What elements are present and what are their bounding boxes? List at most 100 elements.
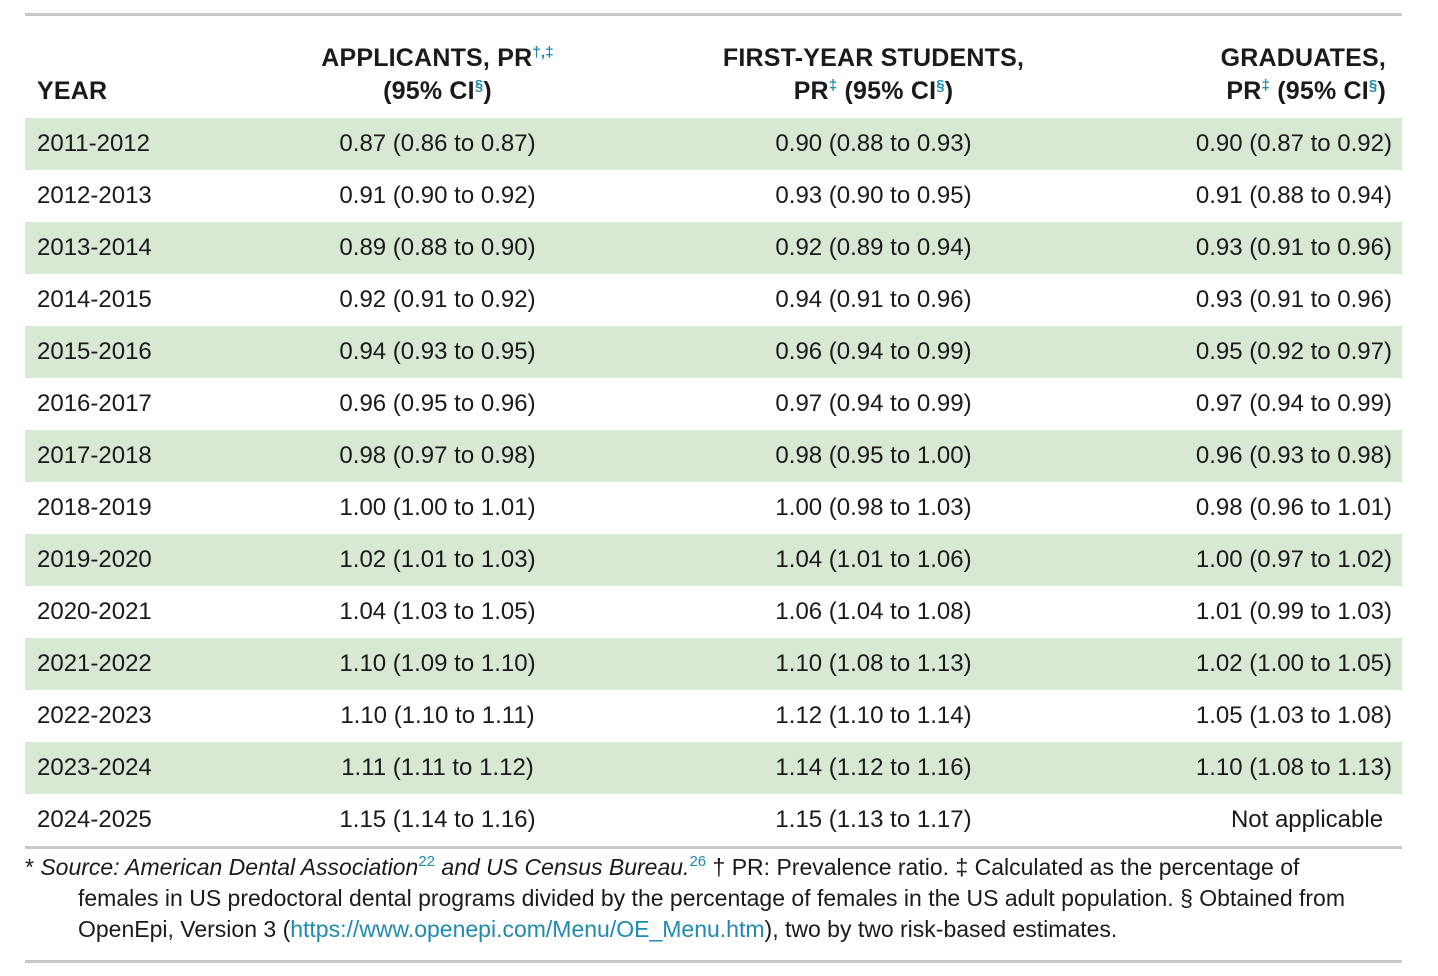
- table-row: 2023-2024 1.11 (1.11 to 1.12) 1.14 (1.12 t…: [25, 742, 1402, 794]
- table-row: 2013-2014 0.89 (0.88 to 0.90) 0.92 (0.89 t…: [25, 222, 1402, 274]
- cell-year: 2021-2022: [25, 638, 245, 690]
- cell-graduates: 0.90 (0.87 to 0.92): [1117, 118, 1402, 170]
- footnote-source-census: and US Census Bureau.: [435, 854, 690, 880]
- cell-first-year: 0.94 (0.91 to 0.96): [775, 286, 972, 313]
- header-applicants-footnote-marks: †,‡: [532, 44, 554, 61]
- header-first-year-pr: PR: [793, 77, 829, 105]
- cell-first-year: 0.98 (0.95 to 1.00): [630, 430, 1117, 482]
- cell-graduates: 1.10 (1.08 to 1.13): [1117, 742, 1402, 794]
- cell-applicants: 0.94 (0.93 to 0.95): [245, 326, 630, 378]
- header-year-label: YEAR: [37, 77, 108, 105]
- cell-year: 2019-2020: [25, 534, 245, 586]
- cell-applicants: 1.10 (1.09 to 1.10): [245, 638, 630, 690]
- table-row: 2019-2020 1.02 (1.01 to 1.03) 1.04 (1.01 t…: [25, 534, 1402, 586]
- data-table-container: YEAR APPLICANTS, PR†,‡ (95% CI§) FIRST-Y…: [25, 13, 1402, 849]
- cell-first-year: 0.97 (0.94 to 0.99): [775, 390, 972, 417]
- footnote-line-3: OpenEpi, Version 3 (https://www.openepi.…: [25, 914, 1405, 945]
- cell-applicants: 1.11 (1.11 to 1.12): [245, 742, 630, 794]
- header-first-year-close-paren: ): [944, 77, 954, 105]
- cell-applicants: 0.87 (0.86 to 0.87): [245, 118, 630, 170]
- header-first-year-ci: (95% CI: [837, 77, 937, 105]
- footnote-asterisk: *: [25, 854, 41, 880]
- footnote-bottom-rule: [25, 960, 1402, 963]
- cell-first-year: 1.00 (0.98 to 1.03): [775, 494, 972, 521]
- cell-graduates: 0.95 (0.92 to 0.97): [1117, 326, 1402, 378]
- cell-graduates: Not applicable: [1230, 806, 1384, 833]
- table-bottom-rule: [25, 846, 1402, 849]
- cell-applicants: 1.00 (1.00 to 1.01): [339, 494, 536, 521]
- header-applicants: APPLICANTS, PR†,‡ (95% CI§): [245, 16, 630, 118]
- header-applicants-line2: (95% CI: [383, 77, 475, 105]
- cell-applicants: 1.10 (1.10 to 1.11): [340, 702, 535, 729]
- cell-graduates: 1.02 (1.00 to 1.05): [1117, 638, 1402, 690]
- footnote-ref-22[interactable]: 22: [418, 853, 435, 870]
- cell-first-year: 0.93 (0.90 to 0.95): [775, 182, 972, 209]
- cell-year: 2017-2018: [25, 430, 245, 482]
- cell-first-year: 0.90 (0.88 to 0.93): [630, 118, 1117, 170]
- header-first-year-line1: FIRST-YEAR STUDENTS,: [722, 44, 1025, 72]
- table-header: YEAR APPLICANTS, PR†,‡ (95% CI§) FIRST-Y…: [25, 16, 1402, 118]
- cell-graduates: 0.93 (0.91 to 0.96): [1117, 222, 1402, 274]
- table-footnote: * Source: American Dental Association22 …: [25, 852, 1405, 945]
- header-first-year-section-mark: §: [936, 77, 945, 94]
- table-row: 2022-2023 1.10 (1.10 to 1.11) 1.12 (1.10 t…: [25, 690, 1402, 742]
- cell-first-year: 0.92 (0.89 to 0.94): [630, 222, 1117, 274]
- footnote-line-1: * Source: American Dental Association22 …: [25, 852, 1405, 883]
- cell-first-year: 1.06 (1.04 to 1.08): [775, 598, 972, 625]
- header-row: YEAR APPLICANTS, PR†,‡ (95% CI§) FIRST-Y…: [25, 16, 1402, 118]
- cell-graduates: 0.93 (0.91 to 0.96): [1195, 286, 1392, 313]
- cell-year: 2016-2017: [37, 390, 152, 417]
- cell-graduates: 0.98 (0.96 to 1.01): [1195, 494, 1392, 521]
- cell-first-year: 1.15 (1.13 to 1.17): [775, 806, 972, 833]
- header-applicants-line1: APPLICANTS, PR: [321, 44, 533, 72]
- cell-graduates: 0.97 (0.94 to 0.99): [1195, 390, 1392, 417]
- table-body: 2011-2012 0.87 (0.86 to 0.87) 0.90 (0.88 t…: [25, 118, 1402, 846]
- header-first-year: FIRST-YEAR STUDENTS, PR‡ (95% CI§): [630, 16, 1117, 118]
- cell-year: 2018-2019: [37, 494, 152, 521]
- table-row: 2016-2017 0.96 (0.95 to 0.96) 0.97 (0.94 t…: [25, 378, 1402, 430]
- footnote-line1-rest: † PR: Prevalence ratio. ‡ Calculated as …: [706, 854, 1300, 880]
- cell-year: 2012-2013: [37, 182, 152, 209]
- header-graduates-ci: (95% CI: [1270, 77, 1369, 105]
- cell-applicants: 0.89 (0.88 to 0.90): [245, 222, 630, 274]
- table-row: 2020-2021 1.04 (1.03 to 1.05) 1.06 (1.04 t…: [25, 586, 1402, 638]
- table-row: 2015-2016 0.94 (0.93 to 0.95) 0.96 (0.94 t…: [25, 326, 1402, 378]
- cell-first-year: 1.04 (1.01 to 1.06): [630, 534, 1117, 586]
- cell-first-year: 1.10 (1.08 to 1.13): [630, 638, 1117, 690]
- footnote-openepi-text: OpenEpi, Version 3 (: [78, 916, 291, 942]
- cell-graduates: 1.00 (0.97 to 1.02): [1117, 534, 1402, 586]
- cell-graduates: 1.01 (0.99 to 1.03): [1195, 598, 1392, 625]
- cell-year: 2020-2021: [37, 598, 152, 625]
- header-graduates-close-paren: ): [1377, 77, 1386, 105]
- header-applicants-close-paren: ): [483, 77, 492, 105]
- table-row: 2011-2012 0.87 (0.86 to 0.87) 0.90 (0.88 t…: [25, 118, 1402, 170]
- cell-graduates: 0.91 (0.88 to 0.94): [1195, 182, 1392, 209]
- footnote-line-2: females in US predoctoral dental program…: [78, 885, 1346, 911]
- cell-applicants: 0.92 (0.91 to 0.92): [339, 286, 536, 313]
- cell-applicants: 1.04 (1.03 to 1.05): [339, 598, 536, 625]
- table-row: 2018-2019 1.00 (1.00 to 1.01) 1.00 (0.98 t…: [25, 482, 1402, 534]
- footnote-source-ada: Source: American Dental Association: [40, 854, 419, 880]
- cell-applicants: 1.15 (1.14 to 1.16): [339, 806, 536, 833]
- table-row: 2014-2015 0.92 (0.91 to 0.92) 0.94 (0.91 t…: [25, 274, 1402, 326]
- table-row: 2017-2018 0.98 (0.97 to 0.98) 0.98 (0.95 t…: [25, 430, 1402, 482]
- footnote-line3-end: ), two by two risk-based estimates.: [764, 916, 1118, 942]
- cell-year: 2013-2014: [25, 222, 245, 274]
- cell-first-year: 1.12 (1.10 to 1.14): [775, 702, 972, 729]
- cell-first-year: 1.14 (1.12 to 1.16): [630, 742, 1117, 794]
- prevalence-ratio-table: YEAR APPLICANTS, PR†,‡ (95% CI§) FIRST-Y…: [25, 16, 1402, 846]
- header-graduates-line1: GRADUATES,: [1220, 44, 1386, 72]
- cell-year: 2015-2016: [25, 326, 245, 378]
- cell-applicants: 0.98 (0.97 to 0.98): [245, 430, 630, 482]
- cell-year: 2014-2015: [37, 286, 152, 313]
- header-graduates: GRADUATES, PR‡ (95% CI§): [1117, 16, 1402, 118]
- header-graduates-double-dagger: ‡: [1261, 77, 1271, 94]
- cell-year: 2024-2025: [37, 806, 152, 833]
- cell-year: 2011-2012: [25, 118, 245, 170]
- table-row: 2012-2013 0.91 (0.90 to 0.92) 0.93 (0.90 t…: [25, 170, 1402, 222]
- table-row: 2021-2022 1.10 (1.09 to 1.10) 1.10 (1.08 t…: [25, 638, 1402, 690]
- openepi-link[interactable]: https://www.openepi.com/Menu/OE_Menu.htm: [290, 916, 764, 942]
- footnote-ref-26[interactable]: 26: [689, 853, 706, 870]
- cell-applicants: 0.96 (0.95 to 0.96): [339, 390, 536, 417]
- cell-year: 2022-2023: [37, 702, 152, 729]
